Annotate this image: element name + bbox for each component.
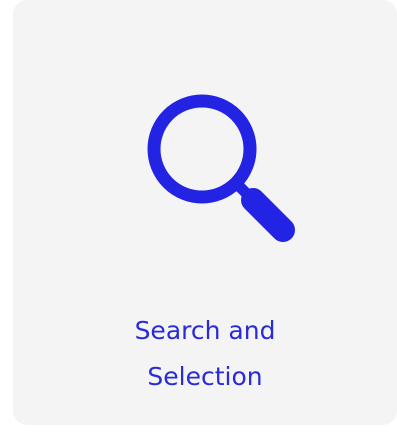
search-and-selection-card[interactable]: Search and Selection <box>13 0 397 425</box>
card-title-line-2: Selection <box>147 362 263 391</box>
magnifying-glass-icon <box>141 88 301 248</box>
card-title-line-1: Search and <box>134 316 276 345</box>
card-title: Search and Selection <box>13 308 397 400</box>
